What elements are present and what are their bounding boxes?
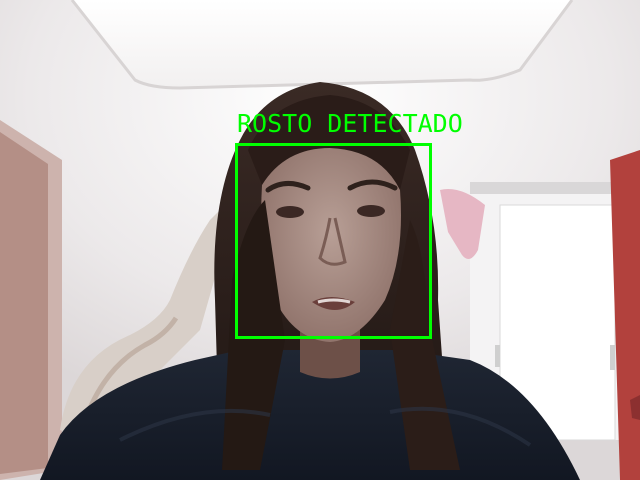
webcam-frame: ROSTO DETECTADO bbox=[0, 0, 640, 480]
face-detection-box bbox=[235, 143, 432, 339]
face-detected-label: ROSTO DETECTADO bbox=[237, 109, 463, 138]
